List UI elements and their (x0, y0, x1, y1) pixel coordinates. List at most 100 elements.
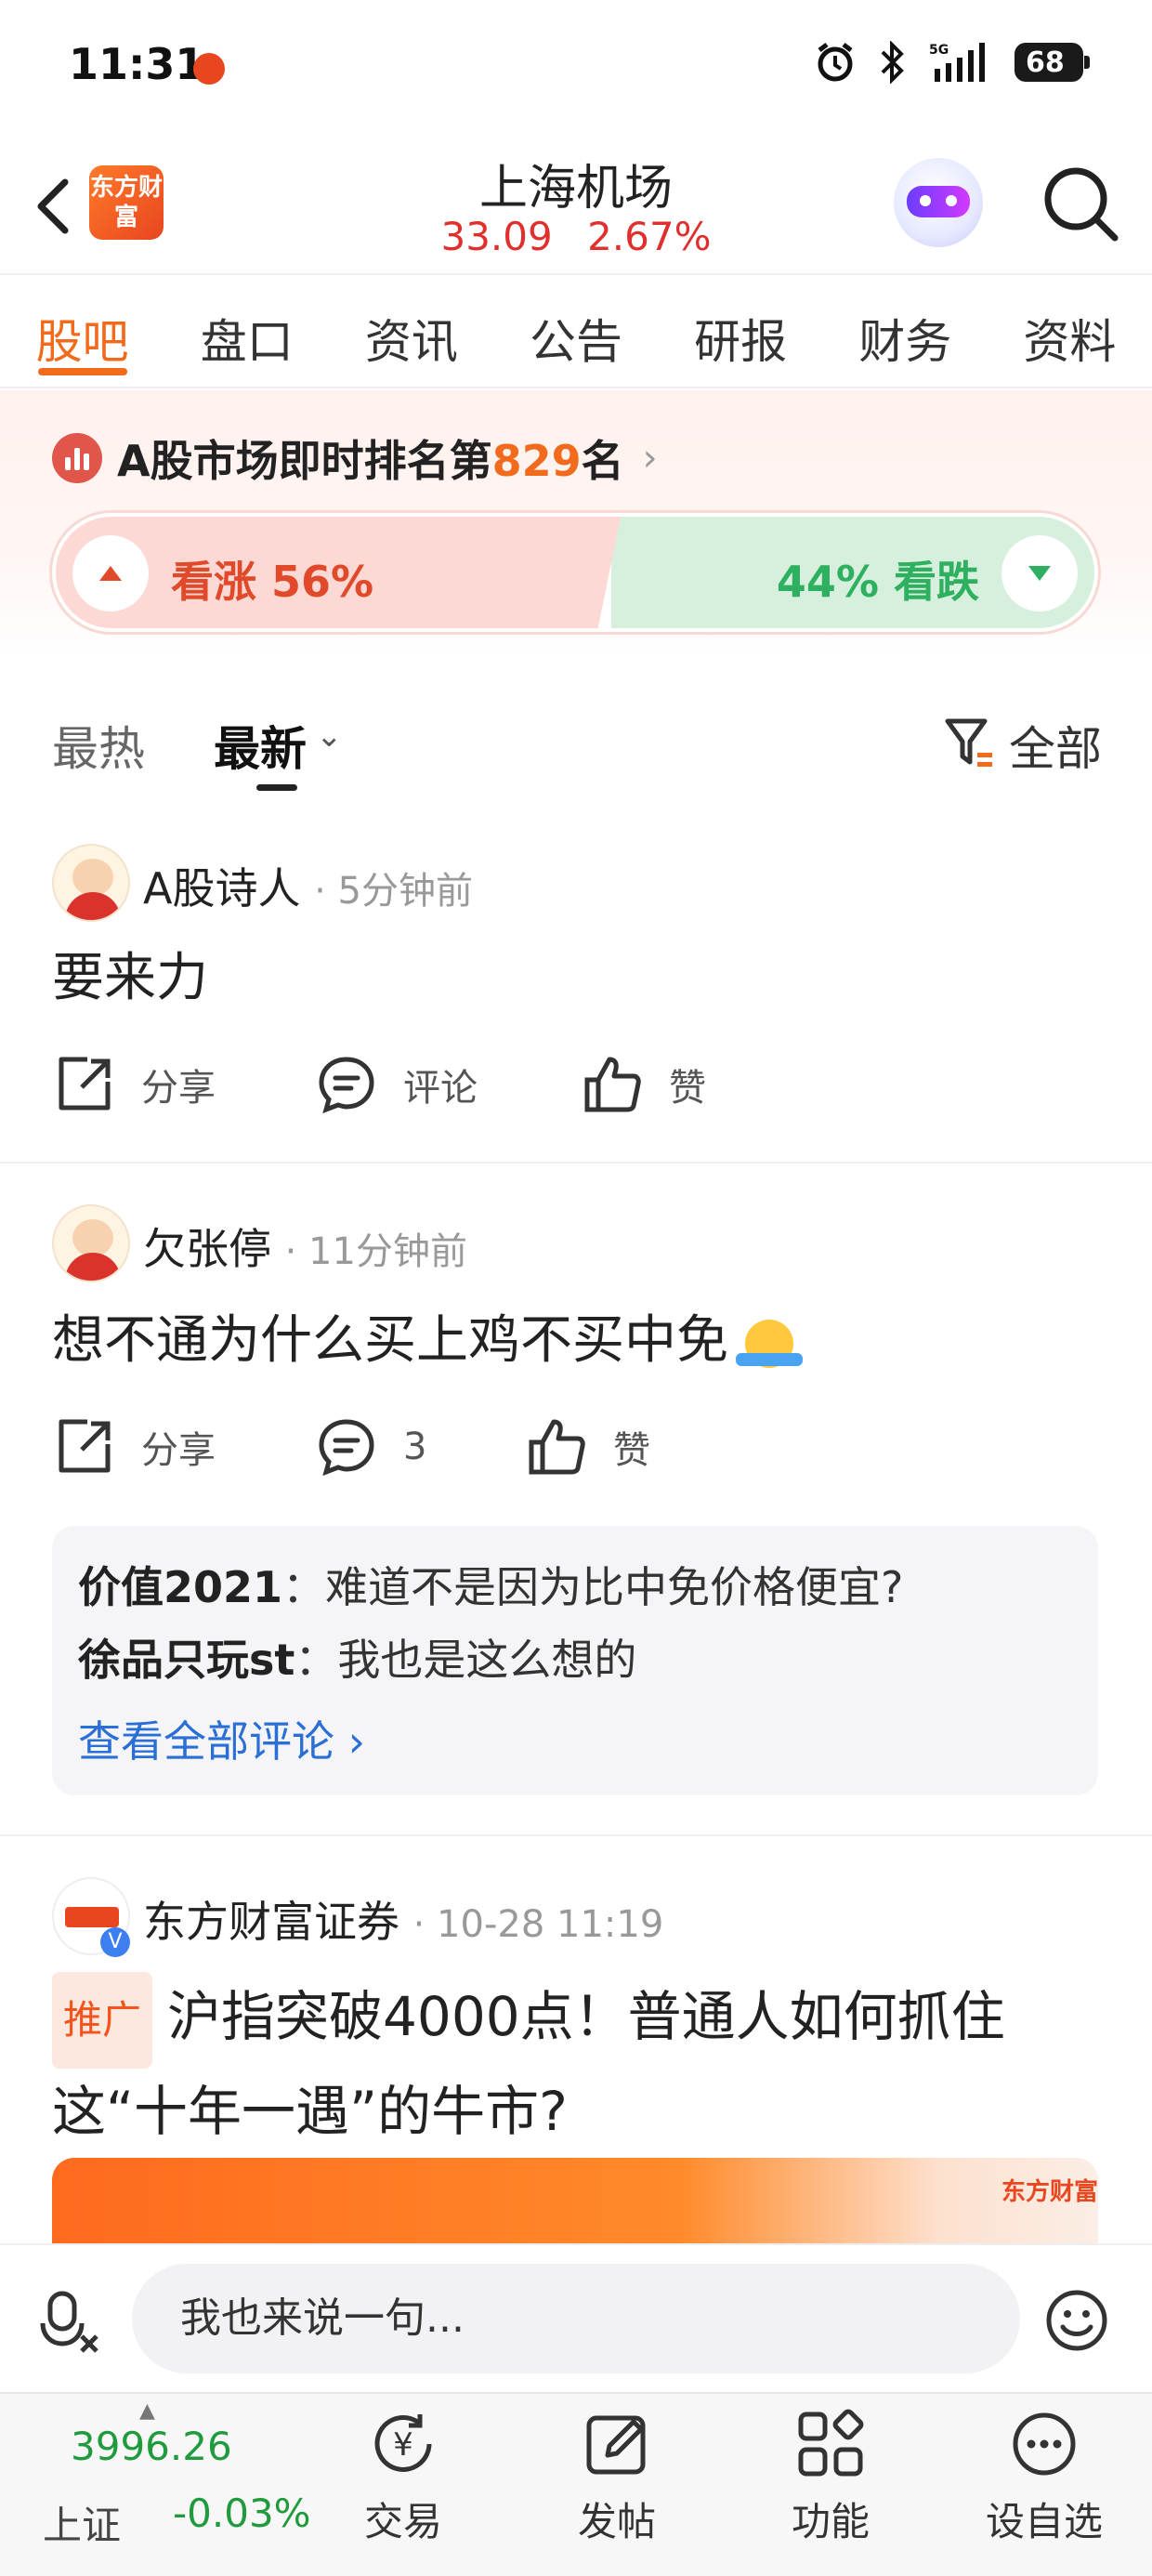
bottom-nav: ▲ 3996.26 上证 -0.03% ¥ 交易 发帖 功能 设自选 (0, 2392, 1152, 2576)
stock-header: 东方财富 上海机场 33.09 2.67% (0, 139, 1152, 275)
voice-input-icon[interactable] (37, 2290, 102, 2355)
comment-button[interactable]: 评论 (316, 1054, 478, 1115)
post-content[interactable]: 要来力 (52, 939, 1102, 1019)
divider (0, 1162, 1152, 1163)
index-name[interactable]: 上证 (43, 2494, 121, 2551)
comment-author[interactable]: 徐品只玩st (78, 1635, 295, 1685)
verified-badge-icon: V (100, 1927, 130, 1957)
index-change[interactable]: -0.03% (173, 2491, 311, 2536)
triangle-down-icon[interactable] (1001, 535, 1078, 611)
sort-hottest[interactable]: 最热 (52, 712, 145, 779)
tab-announcements[interactable]: 公告 (493, 277, 658, 387)
share-icon (59, 1057, 111, 1111)
signal-icon: 5G (929, 43, 985, 82)
comment-item[interactable]: 价值2021：难道不是因为比中免价格便宜? (78, 1554, 903, 1615)
status-icons: 5G 68 (814, 41, 1090, 84)
rank-number: 829 (491, 436, 582, 486)
more-dots-icon (1013, 2412, 1076, 2476)
promoted-badge: 推广 (52, 1972, 153, 2069)
user-avatar[interactable] (52, 844, 130, 922)
promo-banner-image[interactable]: 东方财富 (52, 2158, 1098, 2243)
market-rank-link[interactable]: A股市场即时排名第829名 › (52, 427, 658, 489)
user-avatar[interactable] (52, 1204, 130, 1282)
comment-author[interactable]: 价值2021 (78, 1562, 282, 1612)
tab-news[interactable]: 资讯 (329, 277, 493, 387)
stock-change-pct: 2.67% (587, 214, 712, 259)
nav-post[interactable]: 发帖 (543, 2409, 691, 2547)
expand-up-icon[interactable]: ▲ (139, 2399, 155, 2423)
notification-app-icon (193, 53, 225, 85)
status-time: 11:31 (69, 39, 205, 89)
post-time: · 11分钟前 (284, 1230, 467, 1273)
nav-trade[interactable]: ¥ 交易 (329, 2409, 478, 2547)
bearish-label: 44% 看跌 (776, 557, 979, 607)
svg-text:5G: 5G (929, 43, 949, 58)
comment-icon (319, 1057, 374, 1114)
tab-guba[interactable]: 股吧 (0, 277, 164, 387)
chevron-down-icon[interactable]: ⌄ (316, 717, 343, 755)
comment-text: ：难道不是因为比中免价格便宜? (282, 1562, 904, 1612)
ranking-chart-icon (52, 433, 102, 483)
like-button[interactable]: 赞 (526, 1416, 650, 1478)
active-sort-indicator (256, 784, 297, 791)
view-all-comments-link[interactable]: 查看全部评论 › (78, 1708, 365, 1769)
comment-input-bar: 我也来说一句... (0, 2243, 1152, 2392)
share-button[interactable]: 分享 (54, 1416, 216, 1478)
promoted-post-title[interactable]: 推广 沪指突破4000点！普通人如何抓住这“十年一遇”的牛市? (52, 1972, 1102, 2154)
comment-button[interactable]: 3 (316, 1416, 426, 1478)
thumbs-up-icon (584, 1057, 641, 1112)
sentiment-panel: A股市场即时排名第829名 › 44% 看跌 看涨 56% (0, 390, 1152, 660)
index-value[interactable]: 3996.26 (71, 2424, 232, 2469)
nav-features[interactable]: 功能 (756, 2409, 905, 2547)
comment-input[interactable]: 我也来说一句... (132, 2264, 1020, 2373)
like-button[interactable]: 赞 (582, 1054, 706, 1115)
svg-text:¥: ¥ (393, 2426, 413, 2464)
post-time: · 10-28 11:19 (412, 1903, 664, 1946)
post-author[interactable]: 东方财富证券 · 10-28 11:19 (143, 1888, 663, 1950)
tab-pankou[interactable]: 盘口 (164, 277, 329, 387)
battery-indicator: 68 (1015, 43, 1090, 82)
bluetooth-icon (881, 41, 904, 84)
tab-finance[interactable]: 财务 (823, 277, 988, 387)
bullish-label: 看涨 56% (171, 557, 374, 607)
post-author[interactable]: 欠张停 · 11分钟前 (143, 1216, 467, 1277)
grid-icon (798, 2409, 864, 2477)
post-content[interactable]: 想不通为什么买上鸡不买中免 (52, 1301, 1102, 1381)
sort-newest[interactable]: 最新 (214, 712, 307, 779)
post-author[interactable]: A股诗人 · 5分钟前 (143, 855, 473, 916)
alarm-icon (818, 43, 853, 82)
nav-add-watchlist[interactable]: 设自选 (970, 2409, 1119, 2547)
shrug-emoji-icon (735, 1319, 803, 1368)
stock-quote: 33.09 2.67% (0, 214, 1152, 259)
comment-count: 3 (403, 1426, 427, 1468)
stock-tabs: 股吧 盘口 资讯 公告 研报 财务 资料 (0, 277, 1152, 388)
divider (0, 1834, 1152, 1836)
edit-icon (586, 2415, 646, 2475)
share-icon (59, 1419, 111, 1473)
vote-bullish[interactable]: 看涨 56% (56, 517, 621, 628)
chevron-right-icon: › (642, 437, 658, 480)
comment-preview[interactable]: 价值2021：难道不是因为比中免价格便宜? 徐品只玩st：我也是这么想的 查看全… (52, 1526, 1098, 1795)
search-icon[interactable] (1039, 162, 1122, 245)
emoji-icon[interactable] (1044, 2288, 1109, 2353)
ai-assistant-robot-icon[interactable] (894, 158, 983, 247)
post-time: · 5分钟前 (314, 870, 473, 913)
filter-icon[interactable] (944, 716, 996, 769)
filter-all[interactable]: 全部 (1009, 712, 1102, 779)
stock-price: 33.09 (440, 214, 553, 259)
comment-item[interactable]: 徐品只玩st：我也是这么想的 (78, 1626, 636, 1688)
yen-cycle-icon: ¥ (374, 2414, 432, 2472)
sort-bar: 最热 最新 ⌄ 全部 (0, 690, 1152, 801)
market-rank-text: A股市场即时排名第829名 (117, 436, 624, 486)
thumbs-up-icon (529, 1419, 585, 1475)
banner-logo: 东方财富 (1001, 2178, 1098, 2206)
vote-bearish[interactable]: 44% 看跌 (611, 517, 1094, 628)
comment-text: ：我也是这么想的 (295, 1635, 637, 1685)
share-button[interactable]: 分享 (54, 1054, 216, 1115)
tab-profile[interactable]: 资料 (988, 277, 1152, 387)
status-bar: 11:31 5G 68 (0, 0, 1152, 139)
bull-bear-vote-bar: 44% 看跌 看涨 56% (52, 513, 1098, 632)
triangle-up-icon[interactable] (72, 535, 149, 611)
tab-research[interactable]: 研报 (659, 277, 823, 387)
comment-icon (319, 1419, 374, 1477)
